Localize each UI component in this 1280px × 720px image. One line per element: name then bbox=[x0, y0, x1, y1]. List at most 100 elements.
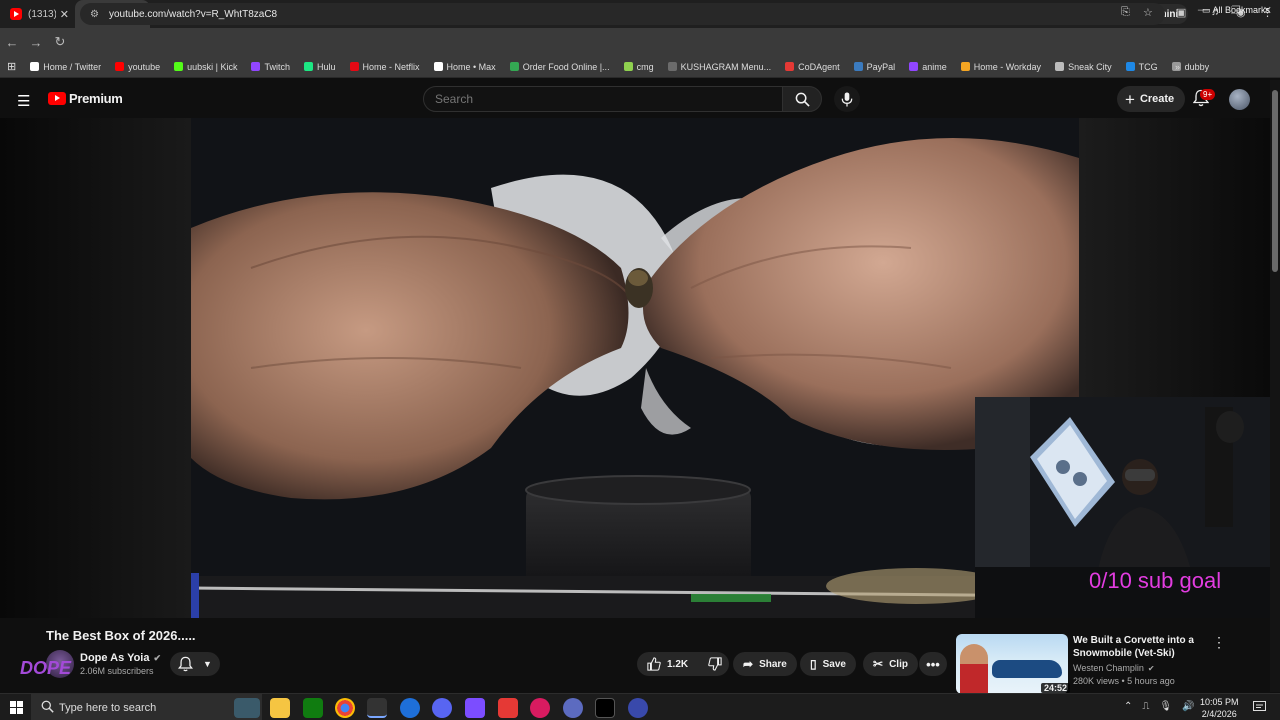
red-app-icon[interactable] bbox=[498, 698, 518, 718]
chevron-down-icon: ▼ bbox=[203, 659, 212, 669]
ambient-glow-left bbox=[0, 118, 191, 618]
logo-text: Premium bbox=[69, 91, 123, 106]
close-tab-icon[interactable]: ✕ bbox=[60, 8, 69, 21]
discord-icon[interactable] bbox=[432, 698, 452, 718]
more-vertical-icon[interactable]: ⋮ bbox=[1212, 634, 1226, 651]
search-button[interactable] bbox=[782, 86, 822, 112]
media-app-icon[interactable] bbox=[530, 698, 550, 718]
bookmark-label: uubski | Kick bbox=[187, 61, 238, 72]
save-button[interactable]: ▯ Save bbox=[800, 652, 856, 676]
taskbar-search-placeholder: Type here to search bbox=[59, 701, 157, 714]
video-frame-image bbox=[190, 118, 1080, 618]
bookmark-favicon-icon bbox=[785, 62, 795, 71]
notification-count-badge: 9+ bbox=[1200, 89, 1216, 100]
plus-icon: + bbox=[1125, 89, 1135, 109]
chrome-icon[interactable] bbox=[335, 698, 355, 718]
bookmark-item[interactable]: Hulu bbox=[297, 62, 343, 72]
xbox-icon[interactable] bbox=[303, 698, 323, 718]
bookmark-favicon-icon bbox=[251, 62, 261, 71]
app-icon-2[interactable] bbox=[628, 698, 648, 718]
tray-chevron-icon[interactable]: ⌃ bbox=[1124, 701, 1132, 712]
bell-ring-icon bbox=[178, 656, 194, 672]
voice-search-button[interactable] bbox=[834, 86, 860, 112]
bookmark-favicon-icon bbox=[174, 62, 184, 71]
windows-start-icon[interactable] bbox=[10, 701, 23, 714]
site-info-icon[interactable]: ⚙ bbox=[90, 9, 99, 20]
bookmark-favicon-icon bbox=[909, 62, 919, 71]
bookmark-item[interactable]: cmg bbox=[617, 62, 661, 72]
search-input[interactable] bbox=[423, 86, 783, 112]
bookmark-item[interactable]: uubski | Kick bbox=[167, 62, 244, 72]
like-button[interactable]: 1.2K bbox=[637, 652, 698, 676]
recommended-meta: 280K views • 5 hours ago bbox=[1073, 676, 1175, 686]
recommended-channel-name: Westen Champlin bbox=[1073, 663, 1144, 673]
extensions-icon[interactable]: ▣ bbox=[1176, 6, 1186, 19]
apps-icon[interactable]: ⊞ bbox=[0, 60, 23, 73]
bookmark-favicon-icon bbox=[667, 62, 677, 71]
windows-taskbar: Type here to search ⌃ ⎍ 🎙 🔊 10:05 PM 2/4… bbox=[0, 693, 1280, 720]
install-app-icon[interactable]: ⎘ bbox=[1121, 6, 1130, 19]
volume-icon[interactable]: 🔊 bbox=[1182, 701, 1194, 712]
bookmark-item[interactable]: Twitch bbox=[244, 62, 297, 72]
bookmark-star-icon[interactable]: ☆ bbox=[1143, 6, 1153, 19]
share-label: Share bbox=[759, 658, 787, 670]
taskbar-search[interactable]: Type here to search bbox=[31, 694, 262, 720]
bookmark-label: PayPal bbox=[866, 61, 896, 72]
taskbar-clock[interactable]: 10:05 PM 2/4/2026 bbox=[1200, 696, 1239, 720]
video-duration: 24:52 bbox=[1041, 683, 1071, 693]
system-tray: ⌃ ⎍ 🎙 🔊 bbox=[1124, 701, 1195, 712]
microphone-tray-icon[interactable]: 🎙 bbox=[1159, 701, 1172, 712]
notification-center-icon[interactable] bbox=[1253, 701, 1266, 714]
browser-tab[interactable]: (1313) · ✕ bbox=[0, 0, 75, 28]
verified-check-icon: ✔ bbox=[153, 652, 162, 663]
menu-icon[interactable]: ☰ bbox=[17, 92, 30, 110]
clock-time: 10:05 PM bbox=[1200, 697, 1239, 707]
bookmark-item[interactable]: Home / Twitter bbox=[23, 62, 108, 72]
bookmark-item[interactable]: KUSHAGRAM Menu... bbox=[661, 62, 779, 72]
file-explorer-icon[interactable] bbox=[270, 698, 290, 718]
video-player[interactable] bbox=[190, 118, 1080, 618]
create-button[interactable]: + Create bbox=[1117, 86, 1186, 112]
bookmark-label: Home • Max bbox=[446, 61, 496, 72]
bookmark-item[interactable]: anime bbox=[902, 62, 954, 72]
app-icon[interactable] bbox=[563, 698, 583, 718]
share-button[interactable]: ➦ Share bbox=[733, 652, 797, 676]
battlenet-icon[interactable] bbox=[400, 698, 420, 718]
recommended-title[interactable]: We Built a Corvette into a Snowmobile (V… bbox=[1073, 634, 1213, 660]
bookmark-item[interactable]: Sneak City bbox=[1048, 62, 1119, 72]
bookmark-item[interactable]: youtube bbox=[108, 62, 167, 72]
clip-button[interactable]: ✂ Clip bbox=[863, 652, 918, 676]
bookmark-item[interactable]: CoDAgent bbox=[778, 62, 847, 72]
account-avatar[interactable] bbox=[1229, 89, 1250, 110]
bookmark-favicon-icon bbox=[30, 62, 40, 71]
bookmarks-overflow-icon[interactable]: » bbox=[1168, 62, 1187, 72]
sub-goal-text: 0/10 sub goal bbox=[1089, 568, 1222, 593]
dislike-button[interactable] bbox=[698, 652, 732, 676]
page-scrollbar[interactable] bbox=[1270, 80, 1280, 692]
subscribed-notifications-button[interactable]: ▼ bbox=[170, 652, 220, 676]
bookmark-item[interactable]: Home - Workday bbox=[954, 62, 1048, 72]
call-of-duty-icon[interactable] bbox=[595, 698, 615, 718]
bookmark-item[interactable]: Home - Netflix bbox=[343, 62, 427, 72]
bookmark-item[interactable]: TCG bbox=[1119, 62, 1165, 72]
more-actions-button[interactable]: ••• bbox=[919, 652, 947, 676]
scrollbar-thumb[interactable] bbox=[1272, 90, 1278, 272]
youtube-logo[interactable]: Premium bbox=[48, 91, 123, 106]
obs-icon[interactable] bbox=[367, 698, 387, 718]
back-icon[interactable]: ← bbox=[0, 35, 24, 50]
address-bar[interactable]: ⚙ youtube.com/watch?v=R_WhtT8zaC8 bbox=[80, 3, 1165, 25]
save-playlist-icon: ▯ bbox=[810, 657, 817, 671]
bookmark-favicon-icon bbox=[303, 62, 313, 71]
share-icon: ➦ bbox=[743, 657, 754, 671]
forward-icon[interactable]: → bbox=[24, 35, 48, 50]
bookmark-item[interactable]: Order Food Online |... bbox=[503, 62, 617, 72]
all-bookmarks[interactable]: ▭ All Bookmarks bbox=[1202, 5, 1270, 16]
channel-name[interactable]: Dope As Yoia ✔ bbox=[80, 652, 161, 664]
bookmark-item[interactable]: Home • Max bbox=[427, 62, 503, 72]
controller-icon[interactable] bbox=[465, 698, 485, 718]
network-icon[interactable]: ⎍ bbox=[1142, 701, 1149, 712]
youtube-play-icon bbox=[48, 92, 66, 105]
bookmark-item[interactable]: PayPal bbox=[847, 62, 903, 72]
recommended-channel[interactable]: Westen Champlin ✔ bbox=[1073, 663, 1155, 673]
reload-icon[interactable]: ↻ bbox=[48, 34, 72, 50]
